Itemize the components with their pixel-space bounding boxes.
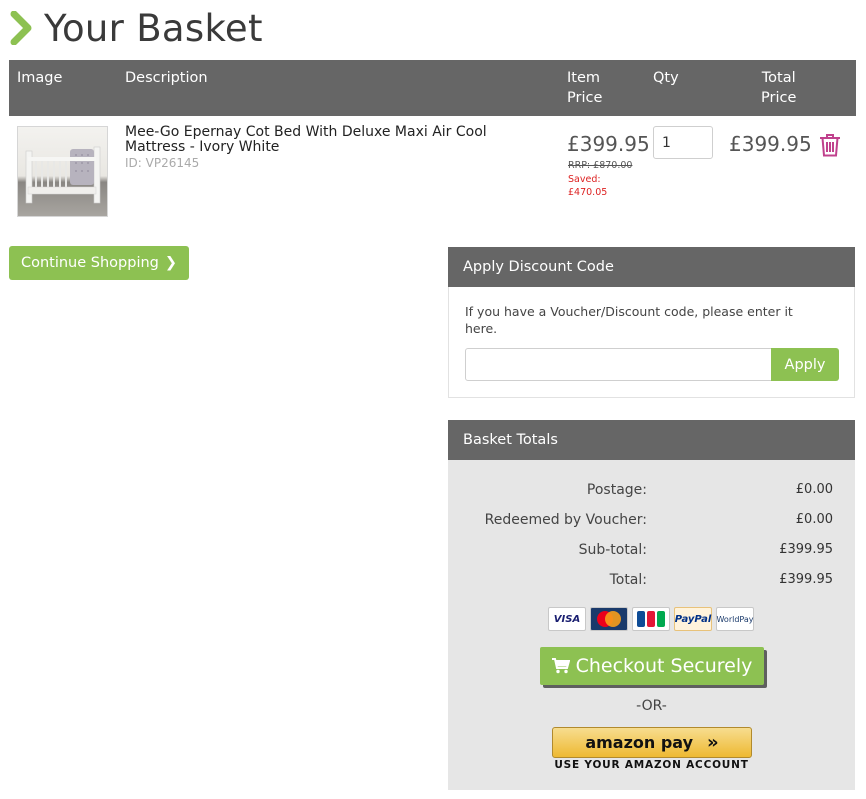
total-label: Total: (609, 572, 647, 588)
quantity-input[interactable] (653, 126, 713, 159)
basket-table-header: Image Description Item Price Qty Total P… (9, 60, 856, 116)
chevron-right-icon: ❯ (164, 255, 178, 271)
saved-amount: Saved: £470.05 (568, 174, 608, 198)
continue-shopping-button[interactable]: Continue Shopping ❯ (9, 246, 189, 280)
page-title: Your Basket (44, 6, 263, 50)
double-chevron-right-icon: » (707, 732, 719, 753)
amazon-pay-button[interactable]: amazon pay » (552, 727, 752, 758)
subtotal-value: £399.95 (779, 542, 833, 557)
chevron-right-icon (10, 11, 32, 45)
postage-line: Postage: £0.00 (448, 482, 855, 500)
checkout-securely-button[interactable]: Checkout Securely (540, 647, 764, 685)
subtotal-line: Sub-total: £399.95 (448, 542, 855, 560)
product-id: ID: VP26145 (125, 156, 200, 170)
voucher-line: Redeemed by Voucher: £0.00 (448, 512, 855, 530)
voucher-label: Redeemed by Voucher: (484, 512, 647, 528)
discount-code-input[interactable] (465, 348, 773, 381)
rrp-price: RRP: £870.00 (568, 160, 633, 171)
or-separator: -OR- (636, 698, 667, 714)
continue-shopping-label: Continue Shopping (20, 255, 159, 271)
postage-label: Postage: (586, 482, 647, 498)
col-image: Image (17, 70, 63, 86)
item-price: £399.95 (567, 132, 650, 156)
subtotal-label: Sub-total: (578, 542, 647, 558)
page-header: Your Basket (10, 6, 263, 50)
worldpay-icon: WorldPay (716, 607, 754, 631)
jcb-stripes (637, 611, 665, 627)
amazon-pay-subtext: USE YOUR AMAZON ACCOUNT (554, 759, 749, 771)
discount-heading: Apply Discount Code (463, 259, 614, 275)
total-price: £399.95 (729, 132, 812, 156)
paypal-icon: PayPal (674, 607, 712, 631)
shopping-cart-icon (551, 658, 570, 674)
voucher-value: £0.00 (795, 512, 833, 527)
col-total-price: Total Price (761, 70, 797, 106)
basket-row: Mee-Go Epernay Cot Bed With Deluxe Maxi … (9, 116, 856, 226)
cot-bed-image (25, 146, 101, 204)
jcb-icon (632, 607, 670, 631)
col-qty: Qty (653, 70, 679, 86)
totals-heading: Basket Totals (463, 432, 558, 448)
mastercard-icon (590, 607, 628, 631)
mastercard-circles (597, 611, 621, 627)
total-value: £399.95 (779, 572, 833, 587)
total-line: Total: £399.95 (448, 572, 855, 590)
payment-cards: VISA PayPal WorldPay (548, 607, 754, 631)
discount-panel-header: Apply Discount Code (448, 247, 855, 287)
checkout-label: Checkout Securely (575, 655, 753, 677)
trash-icon[interactable] (819, 133, 841, 157)
col-item-price: Item Price (567, 70, 603, 106)
col-description: Description (125, 70, 208, 86)
product-image[interactable] (17, 126, 108, 217)
basket-totals-panel: Postage: £0.00 Redeemed by Voucher: £0.0… (448, 460, 855, 790)
totals-panel-header: Basket Totals (448, 420, 855, 460)
discount-panel: If you have a Voucher/Discount code, ple… (448, 287, 855, 398)
visa-icon: VISA (548, 607, 586, 631)
discount-instructions: If you have a Voucher/Discount code, ple… (465, 304, 793, 336)
product-name[interactable]: Mee-Go Epernay Cot Bed With Deluxe Maxi … (125, 125, 545, 155)
postage-value: £0.00 (795, 482, 833, 497)
apply-discount-button[interactable]: Apply (771, 348, 839, 381)
amazon-pay-label: amazon pay (585, 733, 694, 752)
